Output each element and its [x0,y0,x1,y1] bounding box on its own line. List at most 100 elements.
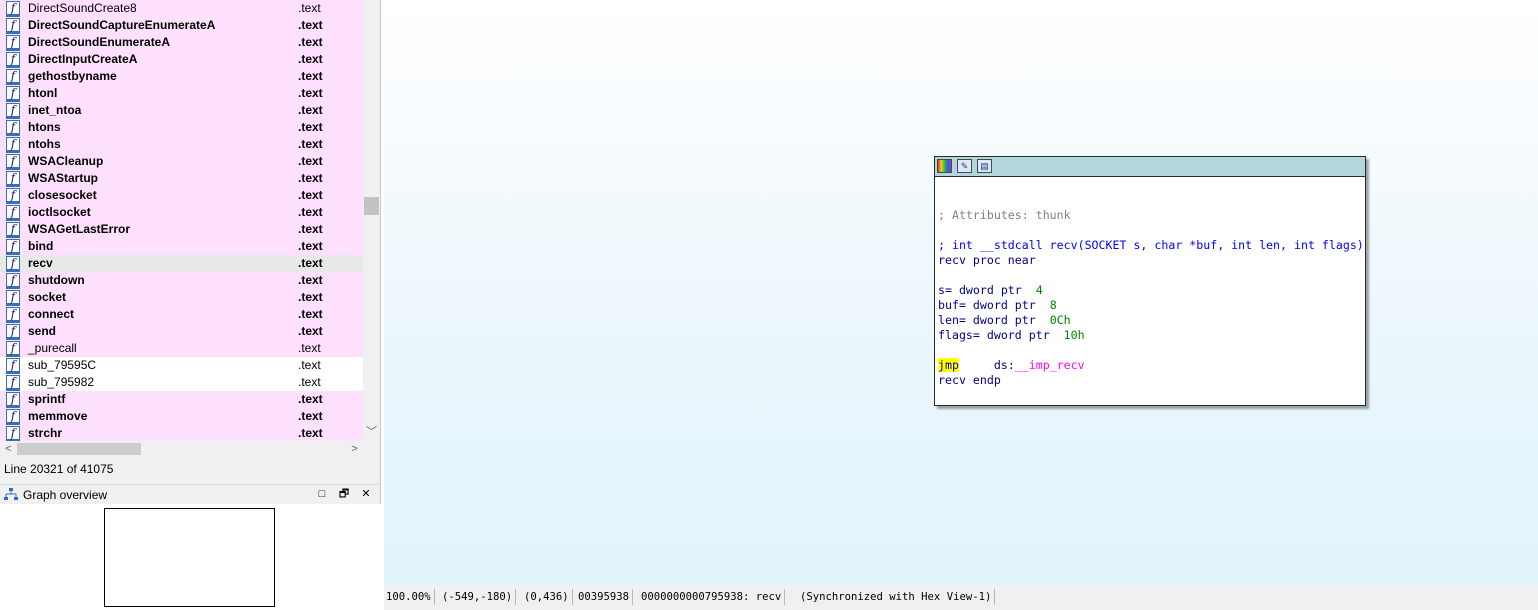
arg-name[interactable]: buf [938,298,959,312]
function-icon: f [6,239,20,255]
function-segment: .text [298,273,323,287]
arg-line[interactable]: buf= dword ptr 8 [938,298,1057,312]
function-icon: f [6,409,20,425]
horizontal-scrollbar[interactable]: < > [0,441,363,457]
disassembly-code[interactable]: ; Attributes: thunk ; int __stdcall recv… [938,208,1364,388]
status-bar: 100.00% (-549,-180) (0,436) 00395938 000… [384,586,1538,610]
function-row[interactable]: f shutdown .text [0,272,363,289]
vertical-scrollbar-thumb[interactable] [364,197,379,215]
function-row[interactable]: f memmove .text [0,408,363,425]
arg-type: = dword ptr [972,328,1064,342]
function-row[interactable]: f WSACleanup .text [0,153,363,170]
function-row[interactable]: f DirectSoundEnumerateA .text [0,34,363,51]
function-row[interactable]: f ioctlsocket .text [0,204,363,221]
function-icon: f [6,1,20,17]
function-icon: f [6,392,20,408]
function-row[interactable]: f sub_795982 .text [0,374,363,391]
function-name: ntohs [28,137,61,151]
function-name: inet_ntoa [28,103,82,117]
arg-name[interactable]: s [938,283,945,297]
graph-view[interactable]: ✎ ▤ ; Attributes: thunk ; int __stdcall … [384,0,1538,586]
arg-name[interactable]: flags [938,328,973,342]
functions-list[interactable]: f DirectSoundCreate8 .text f DirectSoundCapt… [0,0,363,441]
function-segment: .text [298,290,323,304]
function-icon: f [6,324,20,340]
function-icon: f [6,18,20,34]
graph-overview-title: Graph overview [23,488,108,502]
scroll-left-arrow-icon[interactable]: < [0,441,17,457]
zoom-level: 100.00% [386,589,435,605]
vertical-scrollbar[interactable]: ﹀ [363,0,380,441]
function-segment: .text [298,103,323,117]
grid-icon[interactable]: ▤ [977,159,992,173]
operand-prefix: ds: [993,358,1015,372]
arg-line[interactable]: flags= dword ptr 10h [938,328,1085,342]
function-name: bind [28,239,54,253]
arg-offset: 4 [1035,283,1043,297]
function-row[interactable]: f DirectSoundCreate8 .text [0,0,363,17]
arg-name[interactable]: len [938,313,959,327]
function-icon: f [6,375,20,391]
function-name: shutdown [28,273,85,287]
color-palette-icon[interactable] [937,159,952,173]
arg-line[interactable]: s= dword ptr 4 [938,283,1043,297]
function-row[interactable]: f gethostbyname .text [0,68,363,85]
edit-icon[interactable]: ✎ [957,159,972,173]
function-icon: f [6,222,20,238]
function-segment: .text [298,392,323,406]
function-row[interactable]: f _purecall .text [0,340,363,357]
function-row[interactable]: f sub_79595C .text [0,357,363,374]
instruction-mnemonic[interactable]: jmp [938,358,959,372]
node-titlebar[interactable]: ✎ ▤ [935,157,1365,177]
function-segment: .text [298,426,323,440]
function-row[interactable]: f WSAGetLastError .text [0,221,363,238]
function-row[interactable]: f strchr .text [0,425,363,441]
function-row[interactable]: f DirectSoundCaptureEnumerateA .text [0,17,363,34]
function-icon: f [6,69,20,85]
close-icon[interactable]: ✕ [359,487,373,501]
current-address: 0000000000795938: recv [641,589,786,605]
function-name: gethostbyname [28,69,117,83]
function-name: DirectSoundCreate8 [28,1,137,15]
operand-import[interactable]: __imp_recv [1015,358,1085,372]
function-segment: .text [298,171,323,185]
function-row[interactable]: f connect .text [0,306,363,323]
maximize-icon[interactable]: □ [315,487,329,501]
function-row[interactable]: f send .text [0,323,363,340]
function-row[interactable]: f closesocket .text [0,187,363,204]
function-name: send [28,324,57,338]
function-row[interactable]: f inet_ntoa .text [0,102,363,119]
function-node[interactable]: ✎ ▤ ; Attributes: thunk ; int __stdcall … [934,156,1366,406]
function-icon: f [6,120,20,136]
function-icon: f [6,341,20,357]
function-row[interactable]: f htons .text [0,119,363,136]
function-icon: f [6,35,20,51]
function-row[interactable]: f DirectInputCreateA .text [0,51,363,68]
function-row[interactable]: f bind .text [0,238,363,255]
graph-overview-viewport[interactable] [104,508,275,607]
function-icon: f [6,103,20,119]
scroll-right-arrow-icon[interactable]: > [346,441,363,457]
function-segment: .text [298,188,323,202]
proc-start-line[interactable]: recv proc near [938,253,1036,267]
function-row[interactable]: f htonl .text [0,85,363,102]
function-segment: .text [298,86,323,100]
function-row[interactable]: f sprintf .text [0,391,363,408]
function-name: sprintf [28,392,66,406]
proc-end-line[interactable]: recv endp [938,373,1001,387]
function-segment: .text [298,358,321,372]
function-icon: f [6,52,20,68]
function-row[interactable]: f socket .text [0,289,363,306]
function-icon: f [6,256,20,272]
function-name: memmove [28,409,88,423]
function-row[interactable]: f WSAStartup .text [0,170,363,187]
function-row[interactable]: f recv .text [0,255,363,272]
function-row[interactable]: f ntohs .text [0,136,363,153]
function-name: sub_79595C [28,358,97,372]
restore-icon[interactable]: 🗗 [337,487,351,501]
function-name: ioctlsocket [28,205,91,219]
function-segment: .text [298,307,323,321]
scroll-down-arrow-icon[interactable]: ﹀ [363,424,380,441]
horizontal-scrollbar-thumb[interactable] [17,443,141,455]
arg-line[interactable]: len= dword ptr 0Ch [938,313,1071,327]
